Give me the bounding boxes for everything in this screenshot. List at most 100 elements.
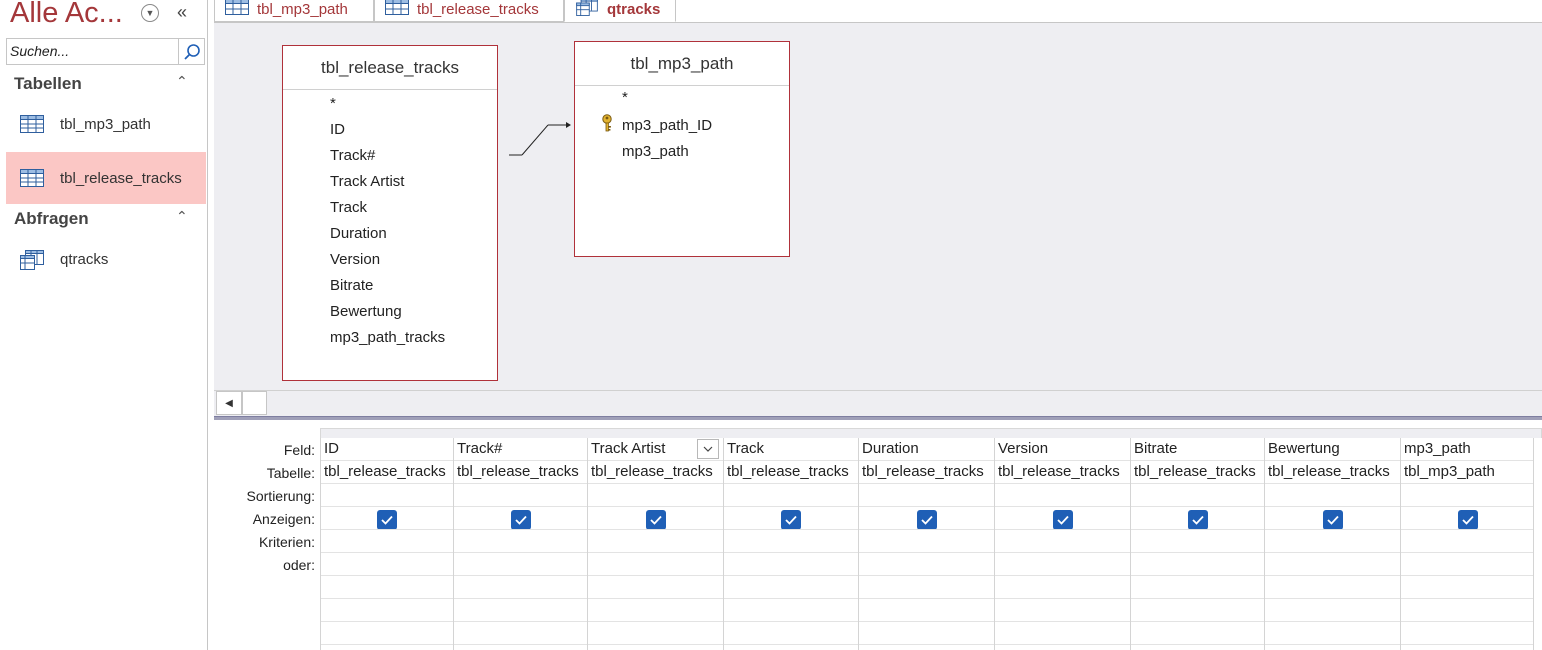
show-checkbox[interactable] bbox=[917, 510, 937, 529]
scroll-left-icon[interactable]: ◀ bbox=[216, 391, 242, 415]
nav-menu-button[interactable]: ▼ bbox=[141, 4, 159, 22]
sort-cell[interactable] bbox=[1401, 484, 1533, 507]
empty-cell[interactable] bbox=[995, 622, 1130, 645]
or-cell[interactable] bbox=[859, 553, 994, 576]
empty-cell[interactable] bbox=[321, 599, 453, 622]
criteria-cell[interactable] bbox=[1265, 530, 1400, 553]
sort-cell[interactable] bbox=[724, 484, 858, 507]
field-item[interactable]: Duration bbox=[330, 225, 387, 242]
field-cell[interactable]: Track bbox=[724, 438, 858, 461]
show-checkbox[interactable] bbox=[1323, 510, 1343, 529]
table-cell[interactable]: tbl_release_tracks bbox=[1265, 461, 1400, 484]
field-item[interactable]: * bbox=[330, 95, 336, 112]
table-cell[interactable]: tbl_release_tracks bbox=[724, 461, 858, 484]
criteria-cell[interactable] bbox=[724, 530, 858, 553]
table-cell[interactable]: tbl_release_tracks bbox=[588, 461, 723, 484]
field-item[interactable]: mp3_path_ID bbox=[622, 117, 712, 134]
query-design-canvas[interactable]: tbl_release_tracks * ID Track# Track Art… bbox=[214, 23, 1542, 390]
chevron-up-icon[interactable]: ⌃ bbox=[176, 73, 188, 90]
sort-cell[interactable] bbox=[859, 484, 994, 507]
tab-tbl-mp3-path[interactable]: tbl_mp3_path bbox=[214, 0, 374, 22]
grid-column-empty[interactable] bbox=[1533, 438, 1542, 650]
criteria-cell[interactable] bbox=[321, 530, 453, 553]
empty-cell[interactable] bbox=[1265, 599, 1400, 622]
empty-cell[interactable] bbox=[859, 599, 994, 622]
empty-cell[interactable] bbox=[454, 622, 587, 645]
search-input[interactable]: Suchen... bbox=[6, 38, 205, 65]
empty-cell[interactable] bbox=[995, 599, 1130, 622]
sort-cell[interactable] bbox=[995, 484, 1130, 507]
or-cell[interactable] bbox=[995, 553, 1130, 576]
field-cell[interactable]: ID bbox=[321, 438, 453, 461]
criteria-cell[interactable] bbox=[995, 530, 1130, 553]
tab-qtracks[interactable]: qtracks bbox=[564, 0, 676, 22]
table-cell[interactable]: tbl_release_tracks bbox=[454, 461, 587, 484]
empty-cell[interactable] bbox=[1265, 576, 1400, 599]
table-cell[interactable]: tbl_release_tracks bbox=[321, 461, 453, 484]
field-cell[interactable]: Bewertung bbox=[1265, 438, 1400, 461]
empty-cell[interactable] bbox=[321, 622, 453, 645]
field-cell[interactable]: Version bbox=[995, 438, 1130, 461]
sort-cell[interactable] bbox=[588, 484, 723, 507]
empty-cell[interactable] bbox=[1265, 622, 1400, 645]
empty-cell[interactable] bbox=[724, 576, 858, 599]
empty-cell[interactable] bbox=[1131, 576, 1264, 599]
field-item[interactable]: Bewertung bbox=[330, 303, 402, 320]
chevron-up-icon[interactable]: ⌃ bbox=[176, 208, 188, 225]
show-checkbox[interactable] bbox=[511, 510, 531, 529]
field-list-title[interactable]: tbl_release_tracks bbox=[283, 46, 497, 90]
nav-item-tbl-release-tracks[interactable]: tbl_release_tracks bbox=[6, 152, 206, 204]
or-cell[interactable] bbox=[321, 553, 453, 576]
empty-cell[interactable] bbox=[859, 622, 994, 645]
empty-cell[interactable] bbox=[588, 599, 723, 622]
empty-cell[interactable] bbox=[859, 576, 994, 599]
nav-title[interactable]: Alle Ac... bbox=[10, 0, 123, 30]
field-item[interactable]: Track Artist bbox=[330, 173, 404, 190]
empty-cell[interactable] bbox=[1401, 576, 1533, 599]
empty-cell[interactable] bbox=[454, 576, 587, 599]
empty-cell[interactable] bbox=[1131, 599, 1264, 622]
field-list-tbl-release-tracks[interactable]: tbl_release_tracks * ID Track# Track Art… bbox=[282, 45, 498, 381]
empty-cell[interactable] bbox=[724, 599, 858, 622]
field-cell[interactable]: mp3_path bbox=[1401, 438, 1533, 461]
scroll-thumb[interactable] bbox=[242, 391, 267, 415]
group-tabellen[interactable]: Tabellen ⌃ bbox=[0, 70, 207, 98]
collapse-pane-icon[interactable]: « bbox=[177, 2, 187, 23]
or-cell[interactable] bbox=[588, 553, 723, 576]
field-cell[interactable]: Track Artist bbox=[588, 438, 723, 461]
criteria-cell[interactable] bbox=[1401, 530, 1533, 553]
sort-cell[interactable] bbox=[321, 484, 453, 507]
table-cell[interactable]: tbl_release_tracks bbox=[859, 461, 994, 484]
show-checkbox[interactable] bbox=[781, 510, 801, 529]
field-item[interactable]: Track bbox=[330, 199, 367, 216]
or-cell[interactable] bbox=[1265, 553, 1400, 576]
field-item[interactable]: mp3_path_tracks bbox=[330, 329, 445, 346]
field-item[interactable]: * bbox=[622, 89, 628, 106]
criteria-cell[interactable] bbox=[588, 530, 723, 553]
field-cell[interactable]: Duration bbox=[859, 438, 994, 461]
table-cell[interactable]: tbl_release_tracks bbox=[995, 461, 1130, 484]
search-icon[interactable] bbox=[178, 39, 204, 64]
field-dropdown-button[interactable] bbox=[697, 439, 719, 459]
nav-item-tbl-mp3-path[interactable]: tbl_mp3_path bbox=[6, 98, 206, 150]
field-list-title[interactable]: tbl_mp3_path bbox=[575, 42, 789, 86]
table-cell[interactable]: tbl_mp3_path bbox=[1401, 461, 1533, 484]
field-cell[interactable]: Track# bbox=[454, 438, 587, 461]
empty-cell[interactable] bbox=[724, 622, 858, 645]
empty-cell[interactable] bbox=[321, 576, 453, 599]
nav-item-qtracks[interactable]: qtracks bbox=[6, 233, 206, 285]
field-item[interactable]: Track# bbox=[330, 147, 375, 164]
table-cell[interactable]: tbl_release_tracks bbox=[1131, 461, 1264, 484]
field-item[interactable]: Version bbox=[330, 251, 380, 268]
horizontal-scrollbar[interactable]: ◀ bbox=[214, 390, 1542, 416]
show-checkbox[interactable] bbox=[1188, 510, 1208, 529]
show-checkbox[interactable] bbox=[1053, 510, 1073, 529]
field-item[interactable]: mp3_path bbox=[622, 143, 689, 160]
column-selector-band[interactable] bbox=[320, 428, 1542, 438]
empty-cell[interactable] bbox=[1401, 622, 1533, 645]
empty-cell[interactable] bbox=[1401, 599, 1533, 622]
tab-tbl-release-tracks[interactable]: tbl_release_tracks bbox=[374, 0, 564, 22]
criteria-cell[interactable] bbox=[1131, 530, 1264, 553]
field-cell[interactable]: Bitrate bbox=[1131, 438, 1264, 461]
or-cell[interactable] bbox=[454, 553, 587, 576]
